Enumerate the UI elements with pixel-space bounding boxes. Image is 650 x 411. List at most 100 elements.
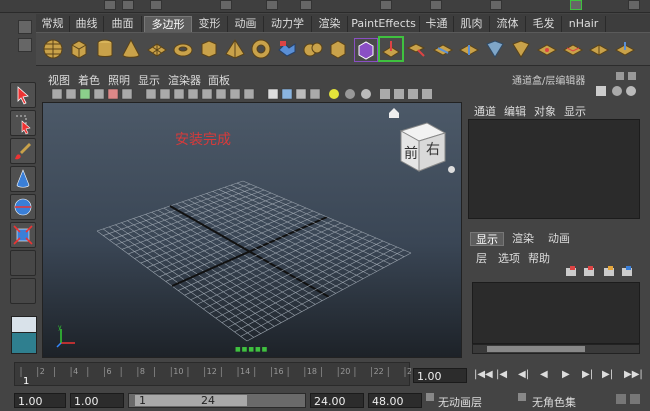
show-channel-box-icon[interactable] <box>596 86 606 96</box>
tool-icon[interactable] <box>150 0 162 10</box>
poly-cone-icon[interactable] <box>120 38 142 60</box>
move-tool-button[interactable] <box>10 166 36 192</box>
tab-fluids[interactable]: 流体 <box>490 16 526 32</box>
tab-layer-anim[interactable]: 动画 <box>542 232 576 246</box>
poly-torus-icon[interactable] <box>172 38 194 60</box>
playback-end-field[interactable]: 24.00 <box>310 393 364 408</box>
menu-channels[interactable]: 通道 <box>474 103 496 119</box>
empty-tool-slot[interactable] <box>10 278 36 304</box>
range-slider-handle[interactable]: 1 24 <box>135 394 247 407</box>
poly-sphere-icon[interactable] <box>42 38 64 60</box>
tab-muscle[interactable]: 肌肉 <box>454 16 490 32</box>
tool-icon[interactable] <box>104 0 116 10</box>
panel-options-icon[interactable] <box>616 72 624 80</box>
menu-options[interactable]: 选项 <box>498 250 520 266</box>
menu-help[interactable]: 帮助 <box>528 250 550 266</box>
tool-icon[interactable] <box>266 0 278 10</box>
scrollbar-thumb[interactable] <box>487 346 585 352</box>
tool-icon[interactable] <box>300 0 312 10</box>
tab-layer-render[interactable]: 渲染 <box>506 232 540 246</box>
panel-float-icon[interactable] <box>628 72 636 80</box>
wedge-icon[interactable] <box>562 38 584 60</box>
character-set-label[interactable]: 无角色集 <box>532 394 576 410</box>
poly-cube-icon[interactable] <box>68 38 90 60</box>
lasso-tool-button[interactable] <box>10 110 36 136</box>
anim-layer-label[interactable]: 无动画层 <box>438 394 482 410</box>
empty-tool-slot[interactable] <box>10 250 36 276</box>
menu-object[interactable]: 对象 <box>534 103 556 119</box>
show-tool-settings-icon[interactable] <box>626 86 636 96</box>
channel-list[interactable] <box>468 119 640 219</box>
tool-icon[interactable] <box>380 0 392 10</box>
insert-edge-loop-icon[interactable] <box>484 38 506 60</box>
tab-animation[interactable]: 动画 <box>228 16 264 32</box>
preferences-icon[interactable] <box>630 394 640 404</box>
poke-icon[interactable] <box>614 38 636 60</box>
step-forward-frame-button[interactable]: ▶| <box>582 369 593 380</box>
tab-dynamics[interactable]: 动力学 <box>264 16 312 32</box>
bevel-icon[interactable] <box>588 38 610 60</box>
go-to-start-button[interactable]: |◀◀ <box>474 369 493 380</box>
tab-toon[interactable]: 卡通 <box>420 16 454 32</box>
tab-layer-display[interactable]: 显示 <box>470 232 504 246</box>
go-to-end-button[interactable]: ▶▶| <box>624 369 643 380</box>
tool-icon[interactable] <box>628 0 640 10</box>
tab-nhair[interactable]: nHair <box>562 16 606 32</box>
merge-icon[interactable] <box>536 38 558 60</box>
panel-toolbar-icons[interactable] <box>42 86 462 102</box>
auto-key-icon[interactable] <box>616 394 626 404</box>
layer-scrollbar[interactable] <box>472 344 640 354</box>
tab-fur[interactable]: 毛发 <box>526 16 562 32</box>
extrude-icon[interactable] <box>378 36 404 62</box>
tab-rendering[interactable]: 渲染 <box>312 16 348 32</box>
tab-general[interactable]: 常规 <box>36 16 70 32</box>
tab-painteffects[interactable]: PaintEffects <box>348 16 420 32</box>
step-back-frame-button[interactable]: ◀| <box>518 369 529 380</box>
tool-icon[interactable] <box>122 0 134 10</box>
menu-edit[interactable]: 编辑 <box>504 103 526 119</box>
append-polygon-icon[interactable] <box>432 38 454 60</box>
poly-pyramid-icon[interactable] <box>224 38 246 60</box>
play-forward-button[interactable]: ▶ <box>562 369 570 380</box>
tool-icon[interactable] <box>430 0 442 10</box>
menu-layers[interactable]: 层 <box>476 250 487 266</box>
select-tool-button[interactable] <box>10 82 36 108</box>
play-backward-button[interactable]: ◀ <box>540 369 548 380</box>
poly-prism-icon[interactable] <box>198 38 220 60</box>
rotate-tool-button[interactable] <box>10 194 36 220</box>
combine-icon[interactable] <box>276 38 298 60</box>
range-slider[interactable]: 1 24 <box>128 393 306 408</box>
split-polygon-icon[interactable] <box>458 38 480 60</box>
smooth-icon[interactable] <box>354 38 378 62</box>
layer-action-icons[interactable] <box>564 266 638 278</box>
current-frame-field[interactable]: 1.00 <box>413 368 467 383</box>
tab-deformation[interactable]: 变形 <box>192 16 228 32</box>
step-back-key-button[interactable]: |◀ <box>496 369 507 380</box>
poly-pipe-icon[interactable] <box>250 38 272 60</box>
step-forward-key-button[interactable]: ▶| <box>602 369 613 380</box>
poly-plane-icon[interactable] <box>146 38 168 60</box>
layout-quick-icon[interactable] <box>11 332 37 354</box>
animation-end-field[interactable]: 48.00 <box>368 393 422 408</box>
tool-icon[interactable] <box>220 0 232 10</box>
poly-cylinder-icon[interactable] <box>94 38 116 60</box>
playback-start-field[interactable]: 1.00 <box>70 393 124 408</box>
animation-start-field[interactable]: 1.00 <box>14 393 66 408</box>
time-slider[interactable]: 124681012141618202224 <box>14 362 417 387</box>
character-set-icon[interactable] <box>518 393 526 401</box>
tab-curves[interactable]: 曲线 <box>70 16 104 32</box>
view-cube-menu-icon[interactable] <box>448 166 455 173</box>
tab-surfaces[interactable]: 曲面 <box>104 16 142 32</box>
boolean-icon[interactable] <box>328 38 350 60</box>
separate-icon[interactable] <box>302 38 324 60</box>
shelf-menu-icon[interactable] <box>18 38 32 52</box>
paint-select-tool-button[interactable] <box>10 138 36 164</box>
scale-tool-button[interactable] <box>10 222 36 248</box>
anim-layer-icon[interactable] <box>426 393 434 401</box>
bridge-icon[interactable] <box>406 38 428 60</box>
perspective-viewport[interactable]: 安装完成 前 右 y ■■■■■ <box>42 102 462 358</box>
show-attribute-icon[interactable] <box>612 86 622 96</box>
tab-polygons[interactable]: 多边形 <box>144 16 192 32</box>
view-cube[interactable]: 前 右 <box>395 117 451 177</box>
menu-display[interactable]: 显示 <box>564 103 586 119</box>
